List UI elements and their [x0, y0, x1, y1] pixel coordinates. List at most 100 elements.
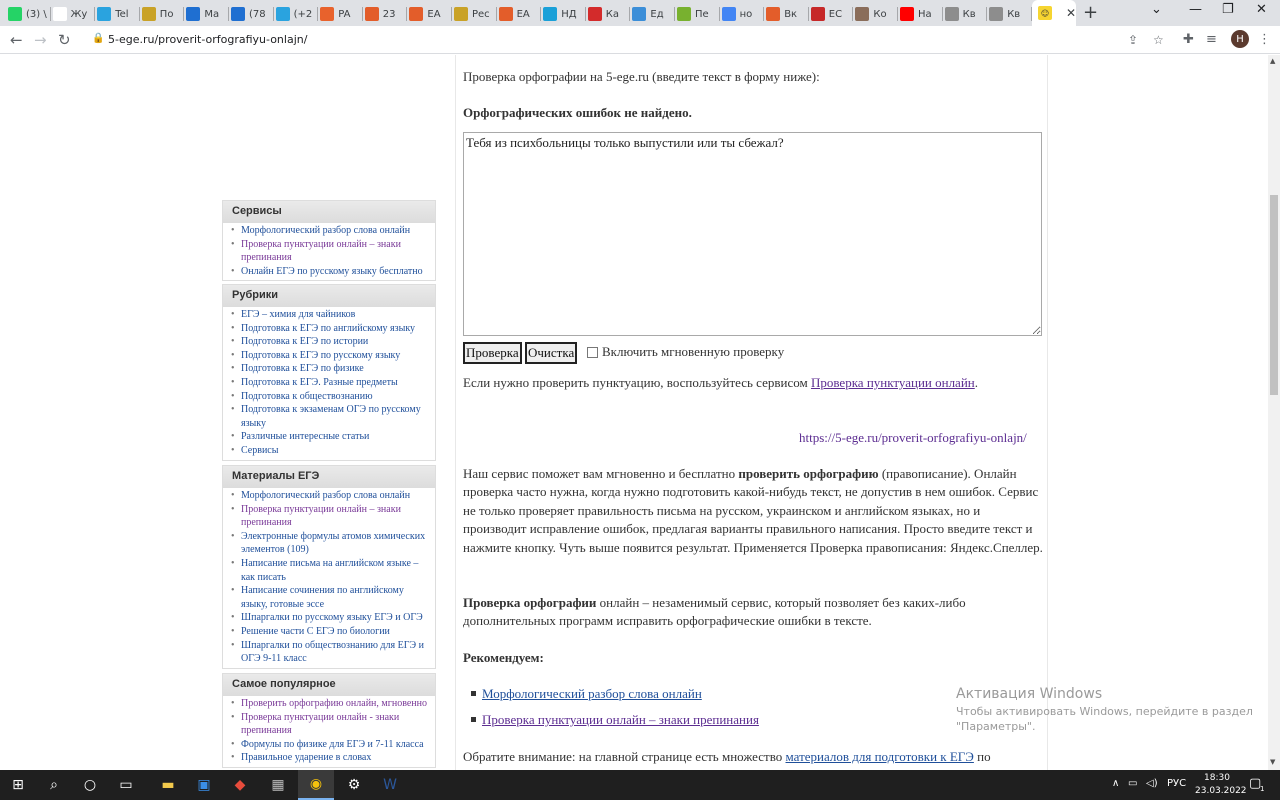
store-icon[interactable]: ▣ [186, 770, 222, 800]
minimize-button[interactable]: — [1189, 2, 1202, 17]
scroll-thumb[interactable] [1270, 195, 1278, 395]
avatar[interactable]: Н [1231, 30, 1249, 48]
browser-tab[interactable]: ЕА [409, 4, 452, 24]
sidebar-link[interactable]: ЕГЭ – химия для чайников [231, 308, 429, 322]
browser-tab[interactable]: Рес [454, 4, 497, 24]
sidebar-link[interactable]: Формулы по физике для ЕГЭ и 7-11 класса [231, 738, 429, 752]
sidebar-link[interactable]: Онлайн ЕГЭ по русскому языку бесплатно [231, 265, 429, 279]
scroll-up-icon[interactable]: ▲ [1270, 57, 1275, 65]
share-icon[interactable]: ⇪ [1128, 33, 1138, 47]
sidebar-link[interactable]: Проверка пунктуации онлайн – знаки препи… [231, 238, 429, 265]
punctuation-link[interactable]: Проверка пунктуации онлайн [811, 375, 975, 390]
search-icon[interactable]: ⌕ [36, 770, 72, 800]
sidebar-link[interactable]: Подготовка к ЕГЭ по истории [231, 335, 429, 349]
url-text[interactable]: 5-ege.ru/proverit-orfografiyu-onlajn/ [108, 33, 307, 46]
clear-button[interactable]: Очистка [525, 342, 578, 364]
browser-tab[interactable]: Tel [97, 4, 140, 24]
sidebar-link[interactable]: Шпаргалки по русскому языку ЕГЭ и ОГЭ [231, 611, 429, 625]
cortana-icon[interactable]: ○ [72, 770, 108, 800]
browser-tab[interactable]: но [721, 4, 765, 24]
rec-link-morph[interactable]: Морфологический разбор слова онлайн [482, 685, 702, 703]
sidebar-link[interactable]: Подготовка к ЕГЭ. Разные предметы [231, 376, 429, 390]
sidebar-link[interactable]: Правильное ударение в словах [231, 751, 429, 765]
new-tab-button[interactable]: + [1083, 2, 1098, 23]
sidebar-link[interactable]: Различные интересные статьи [231, 430, 429, 444]
tray-chevron-icon[interactable]: ∧ [1112, 778, 1119, 789]
sidebar-link[interactable]: Морфологический разбор слова онлайн [231, 224, 429, 238]
punctuation-paragraph: Если нужно проверить пунктуацию, восполь… [463, 374, 978, 392]
page-url-link[interactable]: https://5-ege.ru/proverit-orfografiyu-on… [799, 429, 1027, 447]
instant-check-checkbox[interactable] [587, 347, 598, 358]
browser-tab[interactable]: Кв [989, 4, 1032, 24]
bullet-icon [471, 717, 476, 722]
browser-tab[interactable]: Ед [632, 4, 675, 24]
page-scrollbar[interactable]: ▲ ▼ [1268, 55, 1280, 770]
word-icon[interactable]: W [372, 770, 408, 800]
forward-icon[interactable]: → [34, 31, 47, 49]
note-link[interactable]: материалов для подготовки к ЕГЭ [786, 749, 974, 764]
spell-check-textarea[interactable] [463, 132, 1042, 336]
browser-tab[interactable]: Жу [52, 4, 96, 24]
settings-gear-icon[interactable]: ⚙ [336, 770, 372, 800]
browser-tab[interactable]: Пе [677, 4, 720, 24]
menu-icon[interactable]: ⋮ [1258, 32, 1271, 47]
tab-search-icon[interactable]: ⌄ [1151, 2, 1162, 17]
browser-tab[interactable]: Ma [186, 4, 229, 24]
browser-tab[interactable]: Вк [766, 4, 809, 24]
close-window-button[interactable]: ✕ [1256, 2, 1267, 17]
sidebar-link[interactable]: Написание сочинения по английскому языку… [231, 584, 429, 611]
reload-icon[interactable]: ↻ [58, 31, 71, 49]
browser-tab[interactable]: (78 [231, 4, 274, 24]
browser-tab[interactable]: 23 [364, 4, 408, 24]
clock[interactable]: 18:30 23.03.2022 [1195, 772, 1247, 798]
sidebar-link[interactable]: Проверить орфографию онлайн, мгновенно [231, 697, 429, 711]
sidebar-link[interactable]: Проверка пунктуации онлайн – знаки препи… [231, 503, 429, 530]
nd-icon [543, 7, 558, 21]
browser-tab[interactable]: По [141, 4, 185, 24]
browser-tab[interactable]: Ка [587, 4, 631, 24]
calculator-icon[interactable]: ▦ [260, 770, 296, 800]
task-view-icon[interactable]: ▭ [108, 770, 144, 800]
maximize-button[interactable]: ❐ [1222, 2, 1234, 17]
bookmark-star-icon[interactable]: ☆ [1153, 33, 1164, 47]
browser-tab[interactable]: На [900, 4, 943, 24]
doc-icon [498, 7, 513, 21]
close-tab-icon[interactable]: ✕ [1066, 6, 1076, 20]
back-icon[interactable]: ← [10, 31, 23, 49]
lock-icon[interactable]: 🔒 [92, 33, 104, 44]
anydesk-icon[interactable]: ◆ [222, 770, 258, 800]
sidebar-link[interactable]: Электронные формулы атомов химических эл… [231, 530, 429, 557]
address-bar[interactable]: 🔒 5-ege.ru/proverit-orfografiyu-onlajn/ … [82, 28, 1172, 52]
chrome-icon[interactable]: ◉ [298, 770, 334, 800]
browser-tab[interactable]: НД [543, 4, 586, 24]
file-explorer-icon[interactable]: ▬ [150, 770, 186, 800]
scroll-down-icon[interactable]: ▼ [1270, 758, 1275, 766]
volume-icon[interactable]: ◁) [1146, 778, 1158, 789]
check-button[interactable]: Проверка [463, 342, 522, 364]
browser-tab[interactable]: Ко [855, 4, 898, 24]
sidebar-link[interactable]: Морфологический разбор слова онлайн [231, 489, 429, 503]
sidebar-link[interactable]: Сервисы [231, 444, 429, 458]
sidebar-link[interactable]: Подготовка к ЕГЭ по русскому языку [231, 349, 429, 363]
rec-link-punct[interactable]: Проверка пунктуации онлайн – знаки препи… [482, 711, 759, 729]
sidebar-link[interactable]: Проверка пунктуации онлайн - знаки препи… [231, 711, 429, 738]
network-icon[interactable]: ▭ [1128, 778, 1137, 789]
extensions-icon[interactable]: ✚ [1183, 32, 1194, 47]
browser-tab[interactable]: ЕА [498, 4, 542, 24]
sidebar-link[interactable]: Подготовка к ЕГЭ по английскому языку [231, 322, 429, 336]
browser-tab[interactable]: Кв [944, 4, 988, 24]
browser-tab[interactable]: (+2 [275, 4, 319, 24]
sidebar-link[interactable]: Написание письма на английском языке – к… [231, 557, 429, 584]
browser-tab[interactable]: (3) \ [8, 4, 51, 24]
browser-tab[interactable]: ЕС [810, 4, 854, 24]
sidebar-link[interactable]: Подготовка к ЕГЭ по физике [231, 362, 429, 376]
browser-tab[interactable]: PA [320, 4, 363, 24]
language-indicator[interactable]: РУС [1167, 778, 1186, 789]
sidebar-link[interactable]: Шпаргалки по обществознанию для ЕГЭ и ОГ… [231, 639, 429, 666]
sidebar-link[interactable]: Подготовка к обществознанию [231, 390, 429, 404]
windows-start-icon[interactable]: ⊞ [0, 770, 36, 800]
sidebar-link[interactable]: Подготовка к экзаменам ОГЭ по русскому я… [231, 403, 429, 430]
sidebar-link[interactable]: Решение части С ЕГЭ по биологии [231, 625, 429, 639]
active-tab[interactable]: ☺ ✕ [1032, 0, 1076, 26]
reading-list-icon[interactable]: ≡ [1206, 32, 1217, 47]
